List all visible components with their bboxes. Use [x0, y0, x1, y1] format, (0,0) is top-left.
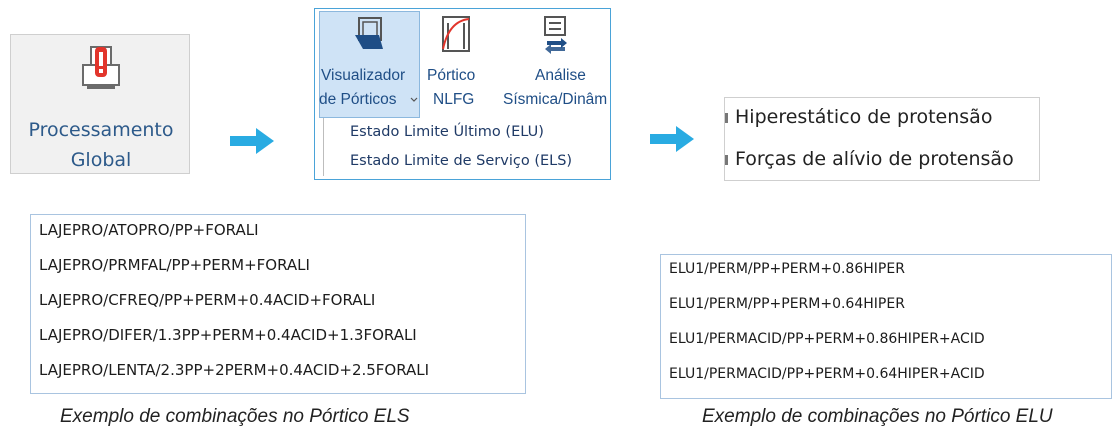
list-item[interactable]: LAJEPRO/PRMFAL/PP+PERM+FORALI — [39, 256, 310, 274]
list-item[interactable]: LAJEPRO/LENTA/2.3PP+2PERM+0.4ACID+2.5FOR… — [39, 361, 429, 379]
building-alert-icon — [82, 46, 120, 89]
list-item[interactable]: ELU1/PERMACID/PP+PERM+0.64HIPER+ACID — [669, 366, 985, 382]
processamento-global-button[interactable]: Processamento Global — [10, 34, 190, 174]
elu-caption: Exemplo de combinações no Pórtico ELU — [702, 406, 1053, 427]
sismica-dinam-label: Sísmica/Dinâm — [503, 91, 608, 108]
nlfg-label: NLFG — [433, 91, 475, 108]
global-label: Global — [70, 149, 132, 171]
list-item[interactable]: LAJEPRO/ATOPRO/PP+FORALI — [39, 221, 259, 239]
ribbon-group: Visualizador de Pórticos Pórtico NLFG An… — [314, 8, 611, 180]
list-item[interactable]: LAJEPRO/CFREQ/PP+PERM+0.4ACID+FORALI — [39, 291, 375, 309]
list-item[interactable]: ELU1/PERM/PP+PERM+0.86HIPER — [669, 261, 905, 277]
analise-sismica-button[interactable]: Análise — [535, 67, 586, 85]
menu-item-elu[interactable]: Estado Limite Último (ELU) — [350, 124, 544, 140]
protensao-menu: Hiperestático de protensão Forças de alí… — [724, 97, 1040, 181]
visualizador-label: Visualizador — [321, 67, 406, 84]
menu-item-hiperestatico[interactable]: Hiperestático de protensão — [735, 106, 992, 128]
de-porticos-label: de Pórticos — [319, 91, 397, 108]
list-item[interactable]: ELU1/PERM/PP+PERM+0.64HIPER — [669, 296, 905, 312]
processamento-label: Processamento — [28, 119, 174, 141]
right-arrow-icon — [650, 126, 694, 152]
list-item[interactable]: LAJEPRO/DIFER/1.3PP+PERM+0.4ACID+1.3FORA… — [39, 326, 417, 344]
els-caption: Exemplo de combinações no Pórtico ELS — [60, 406, 410, 427]
chevron-down-icon[interactable] — [410, 97, 418, 103]
portico-viewer-icon — [355, 17, 383, 49]
seismic-analysis-icon — [544, 16, 567, 54]
els-combinations-list: LAJEPRO/ATOPRO/PP+FORALI LAJEPRO/PRMFAL/… — [30, 214, 526, 394]
elu-combinations-list: ELU1/PERM/PP+PERM+0.86HIPER ELU1/PERM/PP… — [660, 254, 1112, 399]
menu-item-forcas-alivio[interactable]: Forças de alívio de protensão — [735, 148, 1014, 170]
right-arrow-icon — [230, 128, 274, 154]
menu-tick — [725, 155, 728, 165]
nlfg-curve-icon — [442, 16, 470, 52]
visualizador-dropdown-menu: Estado Limite Último (ELU) Estado Limite… — [323, 118, 604, 176]
portico-nlfg-button[interactable]: Pórtico — [427, 67, 475, 85]
list-item[interactable]: ELU1/PERMACID/PP+PERM+0.86HIPER+ACID — [669, 331, 985, 347]
menu-item-els[interactable]: Estado Limite de Serviço (ELS) — [350, 153, 572, 169]
menu-tick — [725, 113, 728, 123]
